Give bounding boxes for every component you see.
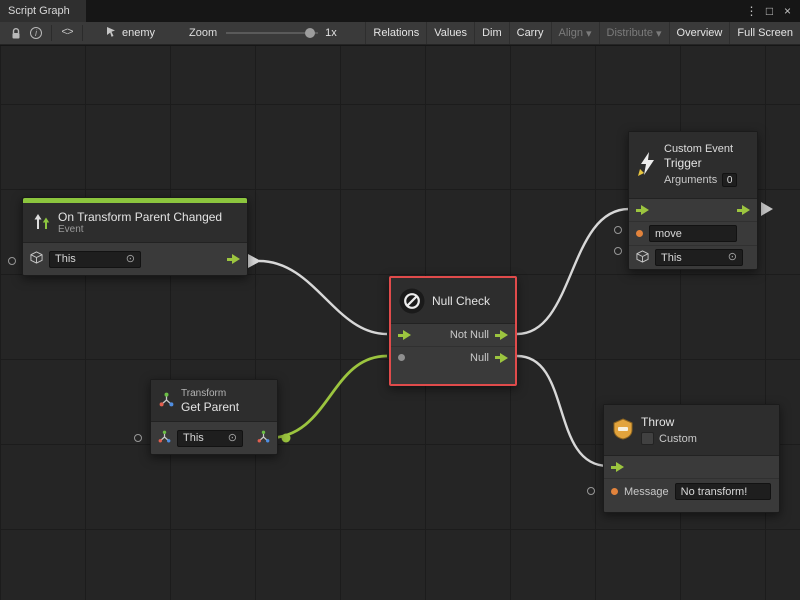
node-custom-event[interactable]: Custom Event Trigger Arguments 0 move bbox=[628, 131, 758, 270]
node-title: Throw bbox=[641, 415, 697, 429]
values-button[interactable]: Values bbox=[426, 22, 474, 44]
toolbar-buttons: Relations Values Dim Carry Align ▾ Distr… bbox=[365, 22, 800, 44]
tab-script-graph[interactable]: Script Graph bbox=[0, 0, 86, 22]
carry-button[interactable]: Carry bbox=[509, 22, 551, 44]
node-throw[interactable]: Throw Custom Message No transform! bbox=[603, 404, 780, 513]
message-label: Message bbox=[624, 486, 669, 498]
close-icon[interactable]: × bbox=[780, 4, 795, 18]
object-port[interactable] bbox=[8, 257, 16, 265]
wire-null-to-throw[interactable] bbox=[517, 356, 608, 466]
flow-output-port[interactable] bbox=[495, 330, 508, 340]
zoom-value: 1x bbox=[325, 27, 337, 39]
value-input-port[interactable] bbox=[636, 230, 643, 237]
node-on-transform-parent-changed[interactable]: On Transform Parent Changed Event This ⊙ bbox=[22, 197, 248, 276]
object-port[interactable] bbox=[587, 487, 595, 495]
flow-input-port[interactable] bbox=[636, 205, 649, 215]
zoom-slider[interactable] bbox=[226, 27, 318, 39]
node-title: Null Check bbox=[432, 294, 490, 308]
custom-checkbox[interactable] bbox=[641, 432, 654, 445]
node-title: On Transform Parent Changed bbox=[58, 210, 222, 224]
menu-icon[interactable]: ⋮ bbox=[744, 4, 759, 18]
node-header[interactable]: Throw Custom bbox=[604, 405, 779, 456]
node-title: Get Parent bbox=[181, 400, 239, 414]
tab-title: Script Graph bbox=[8, 5, 70, 17]
transform-output-port[interactable] bbox=[257, 430, 270, 446]
script-graph-window: Script Graph ⋮ □ × i <> enemy Zoom bbox=[0, 0, 800, 600]
object-picker-icon: ⊙ bbox=[728, 252, 737, 263]
value-input-port[interactable] bbox=[611, 488, 618, 495]
null-check-icon bbox=[399, 288, 425, 314]
cube-icon bbox=[636, 250, 649, 266]
node-category: Custom Event bbox=[664, 143, 737, 155]
graph-icon bbox=[106, 26, 117, 40]
wire-green-endpoint bbox=[282, 434, 291, 443]
relations-button[interactable]: Relations bbox=[365, 22, 426, 44]
chevron-down-icon: ▾ bbox=[656, 27, 662, 40]
event-name-field[interactable]: move bbox=[649, 225, 737, 242]
node-get-parent[interactable]: Transform Get Parent This ⊙ bbox=[150, 379, 278, 455]
toolbar-divider bbox=[82, 25, 83, 41]
object-port[interactable] bbox=[614, 247, 622, 255]
fullscreen-button[interactable]: Full Screen bbox=[729, 22, 800, 44]
flow-output-port[interactable] bbox=[737, 205, 750, 215]
zoom-label: Zoom bbox=[189, 27, 217, 39]
distribute-button[interactable]: Distribute ▾ bbox=[599, 22, 669, 44]
flow-input-port[interactable] bbox=[398, 330, 411, 340]
flow-input-port[interactable] bbox=[611, 462, 624, 472]
node-title: Trigger bbox=[664, 156, 737, 170]
message-field[interactable]: No transform! bbox=[675, 483, 771, 500]
node-header[interactable]: Null Check bbox=[391, 278, 515, 324]
arguments-label: Arguments bbox=[664, 174, 717, 186]
node-null-check[interactable]: Null Check Not Null Null bbox=[389, 276, 517, 386]
object-port[interactable] bbox=[614, 226, 622, 234]
overview-button[interactable]: Overview bbox=[669, 22, 730, 44]
chevron-down-icon: ▾ bbox=[586, 27, 592, 40]
cube-icon bbox=[30, 251, 43, 267]
align-button[interactable]: Align ▾ bbox=[551, 22, 599, 44]
target-dropdown[interactable]: This ⊙ bbox=[49, 251, 141, 268]
flow-output-port[interactable] bbox=[227, 254, 240, 264]
arguments-field[interactable]: 0 bbox=[722, 173, 737, 187]
transform-event-icon bbox=[31, 211, 51, 234]
transform-icon bbox=[158, 430, 171, 446]
node-header[interactable]: Custom Event Trigger Arguments 0 bbox=[629, 132, 757, 199]
node-header[interactable]: Transform Get Parent bbox=[151, 380, 277, 422]
code-icon[interactable]: <> bbox=[57, 22, 77, 44]
output-label: Null bbox=[470, 352, 489, 364]
output-label: Not Null bbox=[450, 329, 489, 341]
wire-getparent-to-nullcheck[interactable] bbox=[268, 356, 387, 438]
zoom-slider-knob[interactable] bbox=[305, 28, 315, 38]
connection-arrow bbox=[248, 254, 261, 268]
info-icon[interactable]: i bbox=[26, 22, 46, 44]
custom-label: Custom bbox=[659, 433, 697, 445]
maximize-icon[interactable]: □ bbox=[762, 4, 777, 18]
node-category: Transform bbox=[181, 388, 239, 400]
object-port[interactable] bbox=[134, 434, 142, 442]
dim-button[interactable]: Dim bbox=[474, 22, 509, 44]
transform-icon bbox=[159, 392, 174, 410]
wire-event-to-nullcheck[interactable] bbox=[259, 261, 387, 334]
target-dropdown[interactable]: This ⊙ bbox=[655, 249, 743, 266]
graph-name: enemy bbox=[122, 27, 155, 39]
graph-reference[interactable]: enemy bbox=[106, 26, 155, 40]
node-header[interactable]: On Transform Parent Changed Event bbox=[23, 203, 247, 243]
value-input-port[interactable] bbox=[398, 354, 405, 361]
graph-canvas[interactable]: On Transform Parent Changed Event This ⊙ bbox=[0, 46, 800, 600]
target-dropdown[interactable]: This ⊙ bbox=[177, 430, 243, 447]
window-controls: ⋮ □ × bbox=[744, 0, 800, 22]
lock-icon[interactable] bbox=[6, 22, 26, 44]
object-picker-icon: ⊙ bbox=[126, 254, 135, 265]
tab-bar: Script Graph ⋮ □ × bbox=[0, 0, 800, 22]
wire-notnull-to-customevent[interactable] bbox=[517, 209, 629, 334]
custom-event-icon bbox=[637, 151, 657, 180]
connection-arrow bbox=[761, 202, 773, 216]
graph-toolbar: i <> enemy Zoom 1x Relations Values Dim … bbox=[0, 22, 800, 45]
throw-icon bbox=[612, 418, 634, 443]
node-subtitle: Event bbox=[58, 224, 222, 236]
object-picker-icon: ⊙ bbox=[228, 433, 237, 444]
flow-output-port[interactable] bbox=[495, 353, 508, 363]
toolbar-divider bbox=[51, 25, 52, 41]
